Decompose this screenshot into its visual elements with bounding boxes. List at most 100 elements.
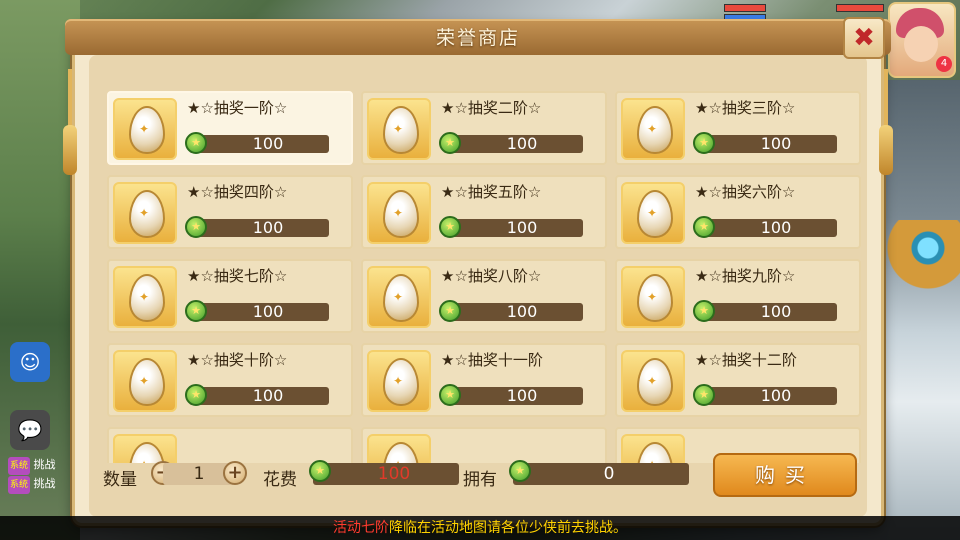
hp-bar [724, 4, 766, 12]
honor-coin-icon: ★ [439, 132, 461, 154]
cost-bar: ★ 100 [309, 460, 459, 485]
lottery-egg-icon [129, 106, 165, 154]
item-price-bar: ★ 100 [185, 384, 329, 406]
shop-item[interactable]: ★☆抽奖四阶☆ ★ 100 [107, 175, 353, 249]
item-name: ★☆抽奖七阶☆ [187, 267, 288, 285]
item-icon-frame [621, 182, 685, 244]
page-title: 荣誉商店 [435, 27, 520, 49]
item-icon-frame [367, 266, 431, 328]
shop-item[interactable]: ★☆抽奖七阶☆ ★ 100 [107, 259, 353, 333]
item-name: ★☆抽奖十阶☆ [187, 351, 288, 369]
right-tassel [879, 69, 893, 189]
player-avatar[interactable]: 4 [888, 2, 956, 78]
item-price: 100 [506, 218, 538, 237]
lottery-egg-icon [637, 190, 673, 238]
item-icon-frame [621, 98, 685, 160]
honor-coin-icon: ★ [309, 460, 331, 482]
honor-coin-icon: ★ [693, 216, 715, 238]
lottery-egg-icon [129, 358, 165, 406]
item-name: ★☆抽奖一阶☆ [187, 99, 288, 117]
close-icon[interactable]: ✖ [843, 17, 885, 59]
item-name: ★☆抽奖十二阶 [695, 351, 797, 369]
shop-item[interactable]: ★☆抽奖八阶☆ ★ 100 [361, 259, 607, 333]
lottery-egg-icon [383, 106, 419, 154]
honor-coin-icon: ★ [185, 216, 207, 238]
item-name: ★☆抽奖二阶☆ [441, 99, 542, 117]
honor-coin-icon: ★ [185, 300, 207, 322]
item-name: ★☆抽奖六阶☆ [695, 183, 796, 201]
item-price: 100 [252, 302, 284, 321]
friends-icon[interactable]: ☺ [10, 342, 50, 382]
chat-line: 系统 挑战 [8, 475, 78, 494]
item-price-bar: ★ 100 [693, 132, 837, 154]
lottery-egg-icon [637, 358, 673, 406]
avatar-face [904, 26, 938, 62]
shop-item[interactable]: ★☆抽奖十二阶 ★ 100 [615, 343, 861, 417]
title-bar: 荣誉商店 [65, 19, 891, 55]
lottery-egg-icon [383, 190, 419, 238]
item-name: ★☆抽奖十一阶 [441, 351, 543, 369]
item-name: ★☆抽奖三阶☆ [695, 99, 796, 117]
item-price: 100 [252, 218, 284, 237]
plus-button[interactable]: + [223, 461, 247, 485]
lottery-egg-icon [637, 106, 673, 154]
item-icon-frame [621, 350, 685, 412]
item-name: ★☆抽奖四阶☆ [187, 183, 288, 201]
item-price-bar: ★ 100 [693, 384, 837, 406]
lottery-egg-icon [383, 274, 419, 322]
honor-coin-icon: ★ [509, 460, 531, 482]
shop-item[interactable]: ★☆抽奖三阶☆ ★ 100 [615, 91, 861, 165]
ticker-highlight: 活动七阶 [333, 520, 389, 536]
honor-coin-icon: ★ [439, 300, 461, 322]
target-hp-bar [836, 4, 884, 12]
item-price: 100 [760, 134, 792, 153]
item-price-bar: ★ 100 [185, 216, 329, 238]
lottery-egg-icon [129, 274, 165, 322]
item-icon-frame [367, 182, 431, 244]
scene-gear [880, 220, 960, 290]
ticker-text: 降临在活动地图请各位少侠前去挑战。 [389, 520, 627, 536]
shop-item[interactable]: ★☆抽奖九阶☆ ★ 100 [615, 259, 861, 333]
item-price: 100 [760, 218, 792, 237]
buy-button[interactable]: 购买 [713, 453, 857, 497]
chat-line: 系统 挑战 [8, 456, 78, 475]
item-price-bar: ★ 100 [439, 216, 583, 238]
shop-item[interactable]: ★☆抽奖五阶☆ ★ 100 [361, 175, 607, 249]
cost-value: 100 [377, 464, 411, 484]
avatar-level-badge: 4 [936, 56, 952, 72]
lottery-egg-icon [129, 190, 165, 238]
item-name: ★☆抽奖五阶☆ [441, 183, 542, 201]
item-name: ★☆抽奖九阶☆ [695, 267, 796, 285]
honor-coin-icon: ★ [439, 216, 461, 238]
cost-label: 花费 [263, 470, 297, 490]
honor-shop-panel: 荣誉商店 ✖ ★☆抽奖一阶☆ ★ 100 ★☆抽奖二阶☆ ★ 100 ★☆抽奖三阶☆ ★ 100… [63, 17, 893, 526]
announcement-ticker: 活动七阶降临在活动地图请各位少侠前去挑战。 [0, 516, 960, 540]
item-price-bar: ★ 100 [185, 300, 329, 322]
own-label: 拥有 [463, 470, 497, 490]
honor-coin-icon: ★ [185, 384, 207, 406]
item-price: 100 [760, 386, 792, 405]
item-price-bar: ★ 100 [693, 216, 837, 238]
shop-item-grid[interactable]: ★☆抽奖一阶☆★100★☆抽奖二阶☆★100★☆抽奖三阶☆★100★☆抽奖四阶☆… [107, 91, 861, 463]
chat-bubble-icon[interactable]: 💬 [10, 410, 50, 450]
item-price: 100 [506, 134, 538, 153]
item-icon-frame [113, 182, 177, 244]
item-price-bar: ★ 100 [693, 300, 837, 322]
honor-coin-icon: ★ [693, 300, 715, 322]
shop-item[interactable]: ★☆抽奖六阶☆ ★ 100 [615, 175, 861, 249]
shop-item[interactable]: ★☆抽奖一阶☆ ★ 100 [107, 91, 353, 165]
item-icon-frame [113, 350, 177, 412]
item-icon-frame [621, 266, 685, 328]
item-price-bar: ★ 100 [439, 132, 583, 154]
own-value: 0 [603, 464, 615, 484]
shop-item[interactable]: ★☆抽奖十阶☆ ★ 100 [107, 343, 353, 417]
purchase-bar: 数量 − 1 + 花费 ★ 100 拥有 ★ 0 购买 [93, 453, 863, 497]
item-price-bar: ★ 100 [439, 300, 583, 322]
item-name: ★☆抽奖八阶☆ [441, 267, 542, 285]
honor-coin-icon: ★ [185, 132, 207, 154]
shop-item[interactable]: ★☆抽奖二阶☆ ★ 100 [361, 91, 607, 165]
item-price: 100 [760, 302, 792, 321]
honor-coin-icon: ★ [693, 384, 715, 406]
chat-log: 系统 挑战 系统 挑战 [8, 456, 78, 494]
shop-item[interactable]: ★☆抽奖十一阶 ★ 100 [361, 343, 607, 417]
